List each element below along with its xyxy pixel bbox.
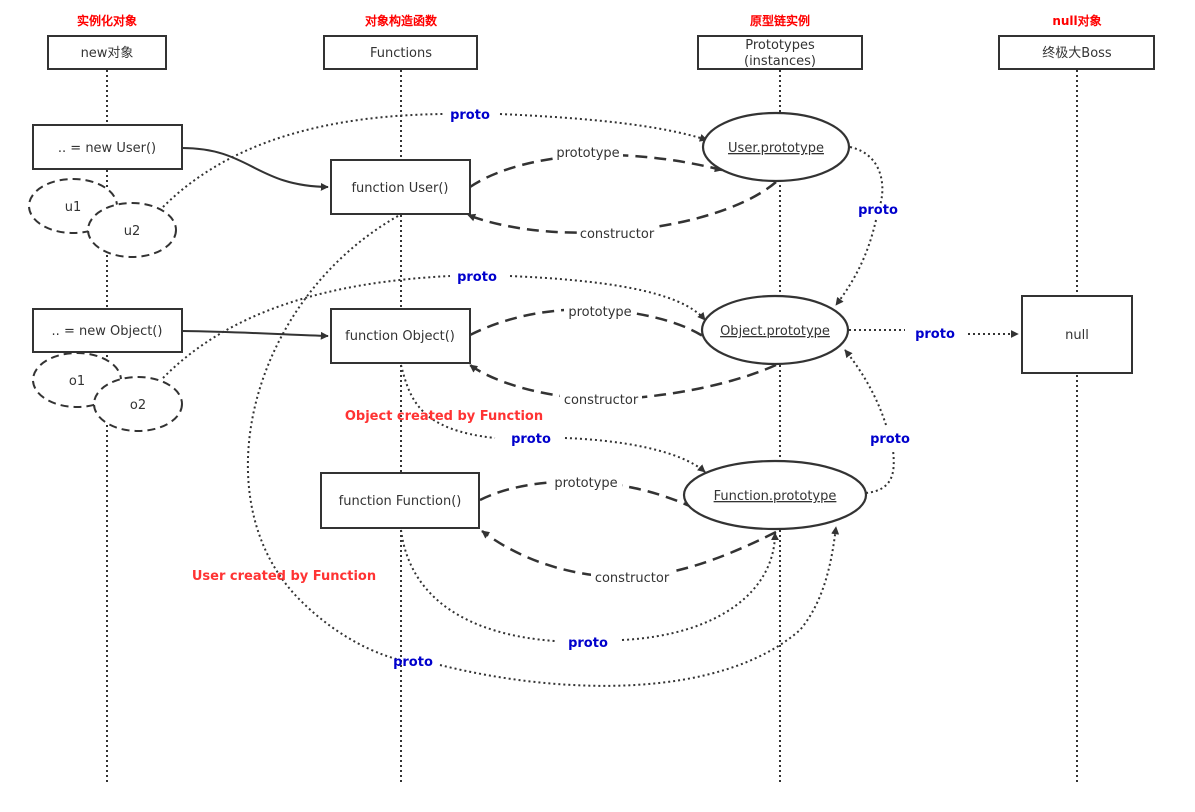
node-function-user[interactable]: function User() — [330, 159, 471, 215]
edge-new-user-to-function-user[interactable] — [181, 147, 329, 191]
edge-label-prototype-object: prototype — [568, 305, 631, 320]
edge-label-proto-u2: proto — [450, 108, 490, 123]
lane-header-null-label: 终极大Boss — [1042, 45, 1112, 61]
node-o2[interactable]: o2 — [93, 376, 183, 432]
edge-user-proto-segment — [849, 146, 884, 206]
node-new-object[interactable]: .. = new Object() — [32, 308, 183, 353]
lane-title-instances: 实例化对象 — [77, 13, 137, 28]
node-function-object-label: function Object() — [345, 329, 455, 344]
node-new-object-label: .. = new Object() — [52, 324, 163, 339]
lane-header-prototypes-line1: Prototypes — [745, 38, 815, 53]
lane-header-prototypes[interactable]: Prototypes (instances) — [697, 35, 863, 70]
node-function-function-label: function Function() — [339, 494, 462, 509]
edge-label-proto-user-prototype: proto — [858, 203, 898, 218]
lane-title-prototypes: 原型链实例 — [750, 13, 810, 28]
edge-label-proto-function-function: proto — [568, 636, 608, 651]
edge-function-object-to-function-prototype[interactable] — [564, 437, 706, 473]
edge-user-prototype-to-object-prototype[interactable] — [835, 219, 877, 306]
note-user-created-by-function: User created by Function — [192, 569, 376, 584]
edge-label-proto-function-prototype: proto — [870, 432, 910, 447]
lane-header-functions[interactable]: Functions — [323, 35, 478, 70]
node-function-prototype[interactable]: Function.prototype — [682, 459, 868, 531]
edge-function-object-proto-segment — [400, 364, 496, 439]
node-function-function[interactable]: function Function() — [320, 472, 480, 529]
node-o1-label: o1 — [69, 374, 85, 389]
node-new-user-label: .. = new User() — [58, 141, 156, 156]
edge-label-proto-function-object: proto — [511, 432, 551, 447]
lifelines — [106, 70, 1078, 782]
edge-function-function-to-function-prototype[interactable] — [621, 532, 779, 641]
edge-label-prototype-function: prototype — [554, 476, 617, 491]
edge-label-proto-o2: proto — [457, 270, 497, 285]
prototype-chain-diagram: 实例化对象 对象构造函数 原型链实例 null对象 new对象 Function… — [28, 13, 1155, 782]
lane-header-null[interactable]: 终极大Boss — [998, 35, 1155, 70]
note-object-created-by-function: Object created by Function — [345, 409, 543, 424]
node-u2-label: u2 — [124, 224, 141, 239]
edge-label-constructor-user: constructor — [580, 227, 655, 242]
lane-title-functions: 对象构造函数 — [365, 13, 438, 28]
node-function-user-label: function User() — [351, 181, 448, 196]
node-function-prototype-label: Function.prototype — [714, 489, 837, 504]
edge-label-proto-null: proto — [915, 327, 955, 342]
node-user-prototype[interactable]: User.prototype — [701, 111, 851, 183]
edge-function-user-proto-segment — [246, 215, 401, 661]
edge-function-prototype-proto-segment — [865, 449, 895, 494]
node-user-prototype-label: User.prototype — [728, 141, 824, 156]
lane-title-null: null对象 — [1052, 13, 1101, 28]
edge-function-user-to-function-prototype[interactable] — [439, 526, 840, 687]
lane-header-functions-label: Functions — [370, 46, 432, 61]
node-object-prototype[interactable]: Object.prototype — [700, 294, 850, 366]
edge-label-constructor-object: constructor — [564, 393, 639, 408]
node-u1-label: u1 — [65, 200, 82, 215]
edge-new-object-to-function-object[interactable] — [181, 330, 329, 340]
edge-function-function-proto-segment — [400, 529, 556, 642]
edge-label-prototype-user: prototype — [556, 146, 619, 161]
edge-label-proto-function-user: proto — [393, 655, 433, 670]
lane-header-prototypes-line2: (instances) — [744, 54, 816, 69]
node-object-prototype-label: Object.prototype — [720, 324, 830, 339]
lane-header-instances[interactable]: new对象 — [47, 35, 167, 70]
edge-u2-to-user-prototype[interactable] — [499, 113, 708, 142]
node-null[interactable]: null — [1021, 295, 1133, 374]
node-null-label: null — [1065, 328, 1089, 343]
node-new-user[interactable]: .. = new User() — [32, 124, 183, 170]
edge-label-constructor-function: constructor — [595, 571, 670, 586]
node-o2-label: o2 — [130, 398, 146, 413]
lane-header-instances-label: new对象 — [81, 46, 134, 61]
edge-function-prototype-to-object-prototype[interactable] — [844, 349, 887, 426]
node-u2[interactable]: u2 — [87, 202, 177, 258]
node-function-object[interactable]: function Object() — [330, 308, 471, 364]
